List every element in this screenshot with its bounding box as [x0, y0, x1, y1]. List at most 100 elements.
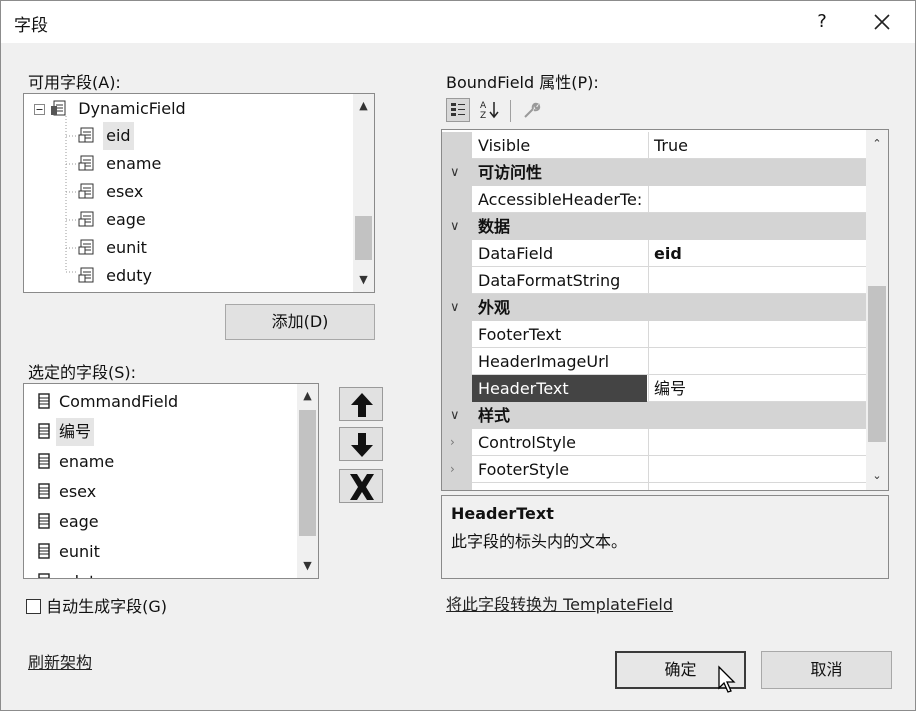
selected-field-item[interactable]: 编号 — [36, 418, 95, 446]
selected-field-item[interactable]: eunit — [36, 538, 103, 566]
property-name: DataFormatString — [478, 271, 621, 290]
selected-field-label: eage — [59, 512, 99, 531]
property-row[interactable]: › HeaderStyle — [442, 483, 866, 490]
add-button[interactable]: 添加(D) — [225, 304, 375, 340]
tree-item-esex[interactable]: esex — [78, 178, 146, 206]
row-margin — [442, 456, 472, 483]
property-row[interactable]: Visible True — [442, 132, 866, 159]
property-category[interactable]: ∨ 样式 — [442, 402, 866, 429]
autogen-checkbox-row[interactable]: 自动生成字段(G) — [26, 593, 167, 616]
ok-button-label: 确定 — [664, 660, 697, 679]
chevron-right-icon[interactable]: › — [450, 429, 455, 456]
property-row[interactable]: › FooterStyle — [442, 456, 866, 483]
help-icon: ? — [817, 11, 827, 32]
scroll-up-icon[interactable]: ▲ — [353, 96, 374, 116]
tree-lines — [65, 116, 78, 273]
tree-root-dynamicfield[interactable]: DynamicField — [34, 95, 189, 123]
properties-label: BoundField 属性(P): — [446, 73, 599, 92]
scroll-thumb[interactable] — [355, 216, 372, 260]
property-row[interactable]: FooterText — [442, 321, 866, 348]
row-margin — [442, 186, 472, 213]
svg-text:A: A — [480, 101, 487, 111]
available-fields-tree[interactable]: DynamicField eid ename esex eage eunit e… — [23, 93, 375, 293]
tree-item-eduty[interactable]: eduty — [78, 262, 155, 290]
move-down-button[interactable] — [339, 427, 383, 461]
row-margin — [442, 240, 472, 267]
remove-button[interactable] — [339, 469, 383, 503]
property-value[interactable] — [648, 186, 866, 213]
property-category[interactable]: ∨ 可访问性 — [442, 159, 866, 186]
property-value[interactable]: 编号 — [648, 375, 866, 402]
refresh-schema-link[interactable]: 刷新架构 — [28, 649, 92, 673]
property-row[interactable]: HeaderText 编号 — [442, 375, 866, 402]
help-button[interactable]: ? — [807, 7, 837, 37]
tree-item-ename[interactable]: ename — [78, 150, 164, 178]
property-value[interactable]: eid — [648, 240, 866, 267]
scroll-thumb[interactable] — [868, 286, 886, 442]
selected-fields-list[interactable]: CommandField 编号 ename esex eage eunit edut ▲ ▼ — [23, 383, 319, 579]
property-value[interactable] — [648, 267, 866, 294]
autogen-checkbox[interactable] — [26, 599, 41, 614]
selected-scrollbar[interactable]: ▲ ▼ — [297, 384, 318, 578]
fields-dialog: 字段 ? 可用字段(A): DynamicField eid ename ese… — [0, 0, 916, 711]
field-icon — [78, 127, 94, 143]
chevron-right-icon[interactable]: › — [450, 456, 455, 483]
selected-field-item[interactable]: edut — [36, 568, 98, 578]
selected-field-item[interactable]: eage — [36, 508, 102, 536]
description-text: 此字段的标头内的文本。 — [451, 532, 628, 551]
scroll-down-icon[interactable]: ▼ — [297, 556, 318, 576]
property-value[interactable] — [648, 429, 866, 456]
tree-item-eid[interactable]: eid — [78, 122, 134, 150]
chevron-down-icon[interactable]: ∨ — [450, 294, 460, 321]
scroll-up-icon[interactable]: ⌃ — [866, 134, 888, 154]
move-up-button[interactable] — [339, 387, 383, 421]
selected-field-label: 编号 — [56, 418, 95, 446]
cancel-button[interactable]: 取消 — [761, 651, 892, 689]
selected-field-item[interactable]: CommandField — [36, 388, 181, 416]
tree-item-eunit[interactable]: eunit — [78, 234, 150, 262]
property-pages-button[interactable] — [519, 98, 543, 122]
property-value[interactable] — [648, 348, 866, 375]
property-row[interactable]: HeaderImageUrl — [442, 348, 866, 375]
property-name: FooterStyle — [478, 460, 570, 479]
chevron-right-icon[interactable]: › — [450, 483, 455, 490]
scroll-down-icon[interactable]: ⌄ — [866, 466, 888, 486]
property-value[interactable]: True — [648, 132, 866, 159]
property-grid[interactable]: Visible True ∨ 可访问性 AccessibleHeaderTe: ∨ 数据 Da… — [441, 129, 889, 491]
chevron-down-icon[interactable]: ∨ — [450, 402, 460, 429]
property-name: ControlStyle — [478, 433, 577, 452]
convert-templatefield-link[interactable]: 将此字段转换为 TemplateField — [446, 591, 673, 615]
scroll-up-icon[interactable]: ▲ — [297, 386, 318, 406]
chevron-down-icon[interactable]: ∨ — [450, 213, 460, 240]
property-grid-scrollbar[interactable]: ⌃ ⌄ — [866, 130, 888, 490]
selected-field-item[interactable]: esex — [36, 478, 99, 506]
property-row[interactable]: DataFormatString — [442, 267, 866, 294]
chevron-down-icon[interactable]: ∨ — [450, 159, 460, 186]
close-button[interactable] — [867, 7, 897, 37]
field-icon — [78, 239, 94, 255]
sort-az-icon: A Z — [480, 101, 499, 121]
property-value[interactable] — [648, 456, 866, 483]
property-value[interactable] — [648, 321, 866, 348]
property-category[interactable]: ∨ 数据 — [442, 213, 866, 240]
selected-field-label: ename — [59, 452, 115, 471]
property-row[interactable]: › ControlStyle — [442, 429, 866, 456]
close-icon — [874, 14, 890, 30]
svg-text:Z: Z — [480, 111, 486, 121]
mouse-cursor-icon — [718, 665, 736, 693]
scroll-thumb[interactable] — [299, 410, 316, 536]
scroll-down-icon[interactable]: ▼ — [353, 270, 374, 290]
property-value[interactable] — [648, 483, 866, 490]
selected-field-item[interactable]: ename — [36, 448, 117, 476]
selected-field-label: eunit — [59, 542, 100, 561]
available-scrollbar[interactable]: ▲ ▼ — [353, 94, 374, 292]
alphabetical-button[interactable]: A Z — [477, 98, 501, 122]
property-row[interactable]: AccessibleHeaderTe: — [442, 186, 866, 213]
tree-item-eage[interactable]: eage — [78, 206, 149, 234]
tree-item-label: eid — [103, 122, 134, 150]
title-bar: 字段 ? — [1, 1, 915, 43]
property-category[interactable]: ∨ 外观 — [442, 294, 866, 321]
categorized-button[interactable] — [446, 98, 470, 122]
category-name: 样式 — [478, 406, 511, 425]
property-row[interactable]: DataField eid — [442, 240, 866, 267]
